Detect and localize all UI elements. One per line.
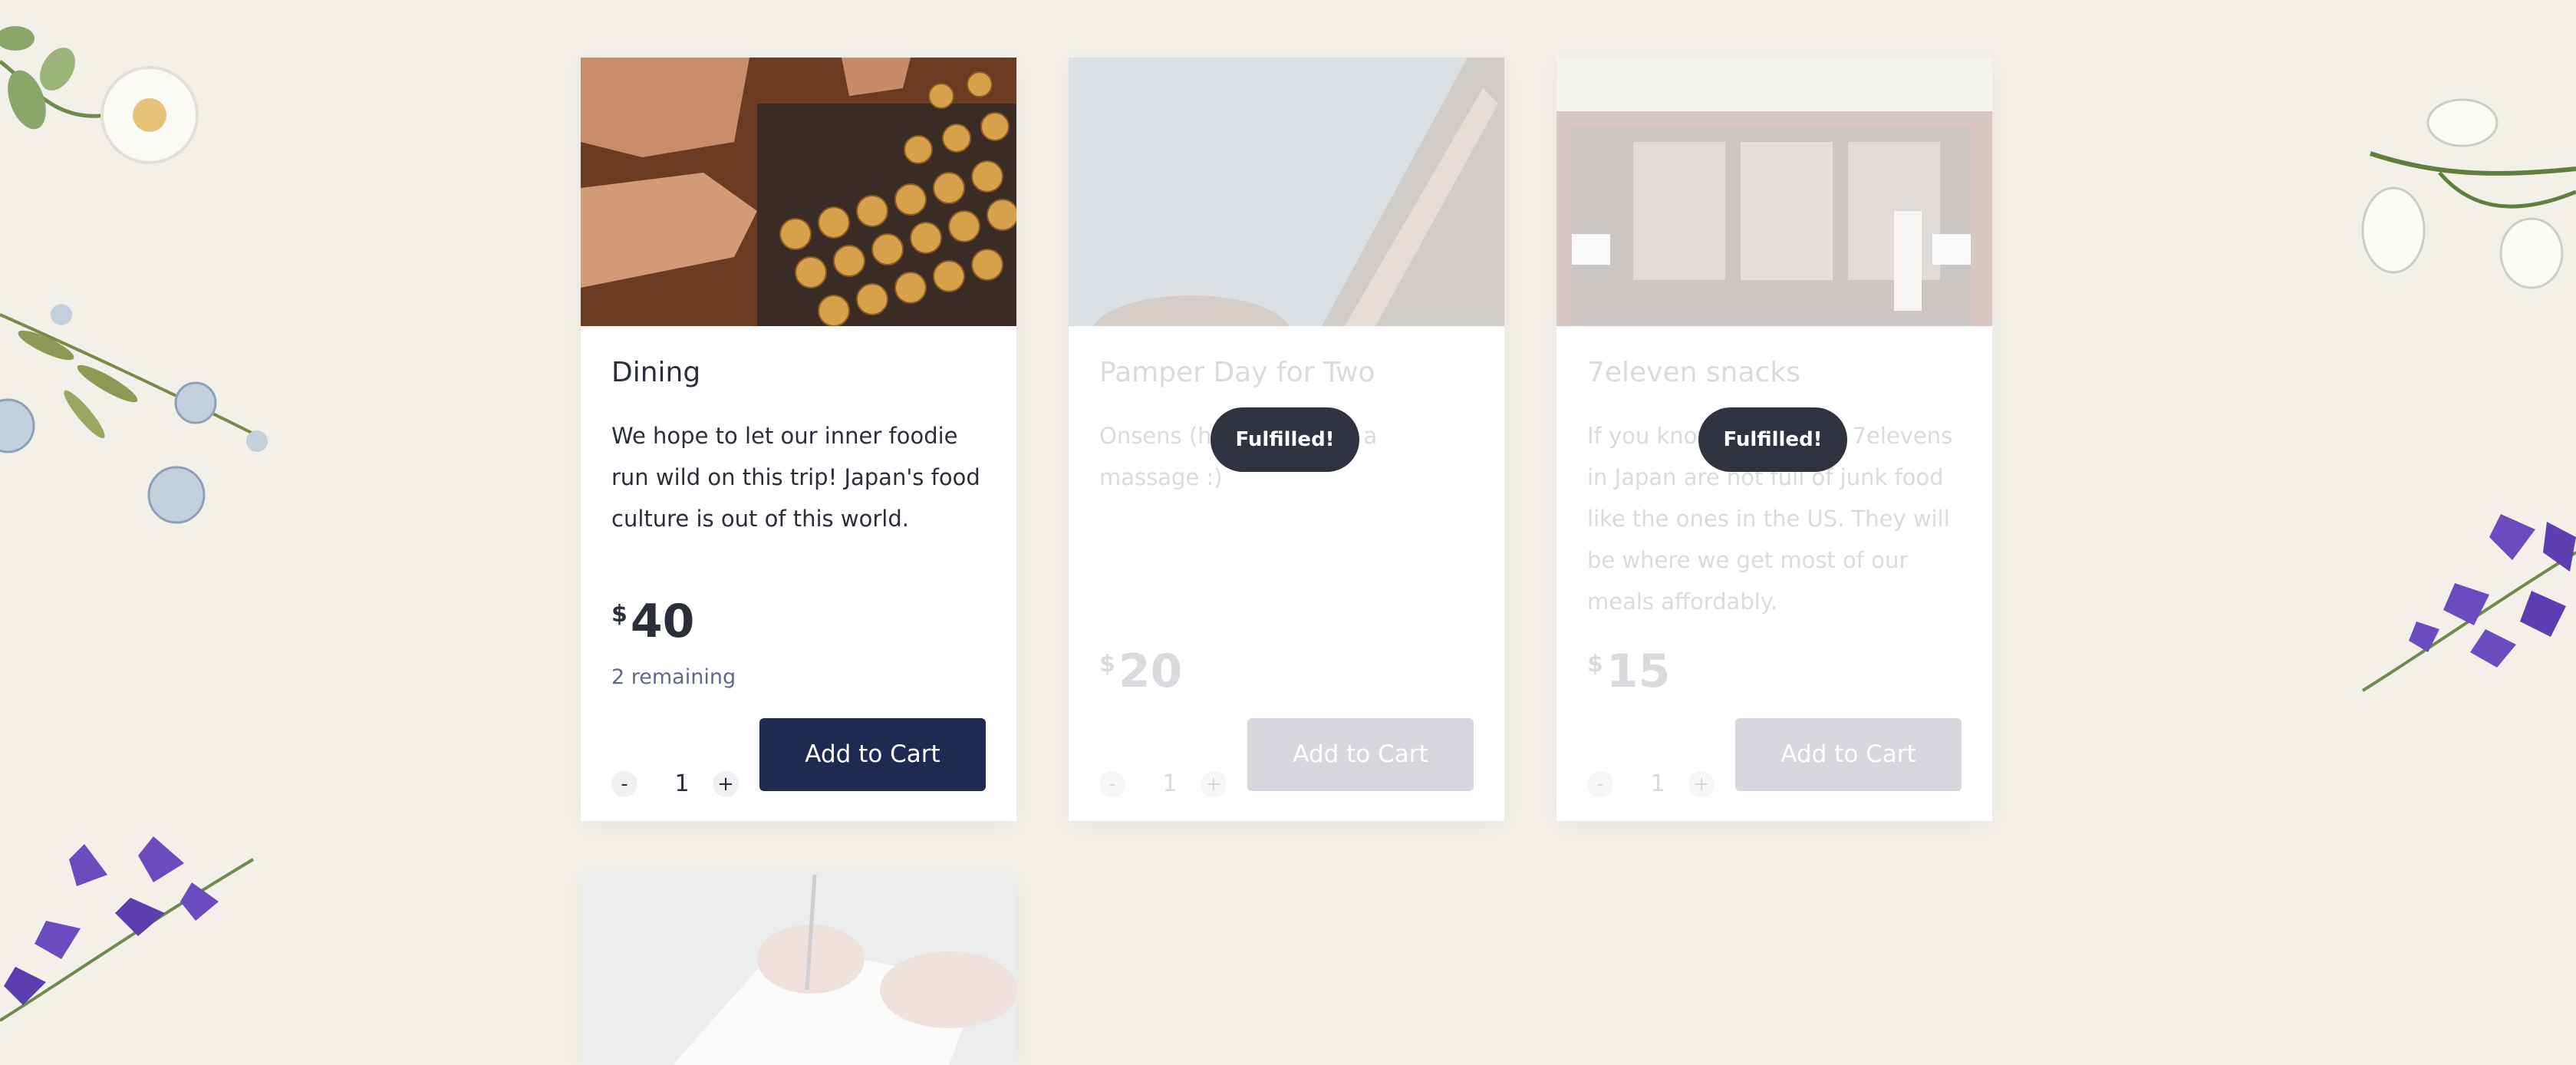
quantity-stepper: - 1 + [611, 768, 749, 800]
7eleven-photo [1556, 58, 1992, 326]
currency-symbol: $ [1099, 651, 1115, 678]
currency-symbol: $ [611, 601, 628, 628]
remaining-count: 2 remaining [611, 665, 736, 689]
product-price: $20 [1099, 645, 1182, 698]
add-to-cart-button[interactable]: Add to Cart [759, 718, 986, 791]
quantity-stepper: - 1 + [1587, 768, 1725, 800]
product-card-7eleven-snacks: 7eleven snacks If you know, you know! 7e… [1556, 58, 1992, 821]
decrement-button[interactable]: - [611, 771, 637, 797]
product-price: $40 [611, 595, 694, 648]
decrement-button[interactable]: - [1099, 771, 1125, 797]
quantity-value: 1 [674, 770, 690, 797]
fulfilled-badge: Fulfilled! [1698, 407, 1847, 472]
floral-top-right-white-decoration [2361, 98, 2576, 289]
add-to-cart-button[interactable]: Add to Cart [1735, 718, 1962, 791]
floral-bottom-left-purple-decoration [0, 836, 255, 1022]
product-price: $15 [1587, 645, 1670, 698]
floral-top-left-decoration [0, 26, 199, 164]
increment-button[interactable]: + [1201, 771, 1227, 797]
quantity-stepper: - 1 + [1099, 768, 1237, 800]
decrement-button[interactable]: - [1587, 771, 1613, 797]
price-value: 20 [1118, 645, 1183, 698]
floral-left-blue-decoration [0, 304, 268, 524]
pamper-day-photo [1069, 58, 1504, 326]
floral-right-purple-decoration [2361, 514, 2576, 692]
product-card-dining: Dining We hope to let our inner foodie r… [581, 58, 1016, 821]
add-to-cart-button[interactable]: Add to Cart [1247, 718, 1474, 791]
increment-button[interactable]: + [713, 771, 739, 797]
product-grid: Dining We hope to let our inner foodie r… [581, 58, 1992, 1065]
product-title: Pamper Day for Two [1099, 357, 1375, 388]
product-description: We hope to let our inner foodie run wild… [611, 423, 980, 532]
product-title: Dining [611, 357, 701, 388]
currency-symbol: $ [1587, 651, 1603, 678]
price-value: 40 [630, 595, 695, 648]
quantity-value: 1 [1162, 770, 1178, 797]
signing-photo [581, 875, 1016, 1065]
increment-button[interactable]: + [1688, 771, 1715, 797]
fulfilled-badge: Fulfilled! [1211, 407, 1359, 472]
dining-photo [581, 58, 1016, 326]
product-title: 7eleven snacks [1587, 357, 1800, 388]
product-card-partial [581, 875, 1016, 1065]
quantity-value: 1 [1650, 770, 1665, 797]
product-card-pamper-day: Pamper Day for Two Onsens (hot springs) … [1069, 58, 1504, 821]
price-value: 15 [1606, 645, 1671, 698]
